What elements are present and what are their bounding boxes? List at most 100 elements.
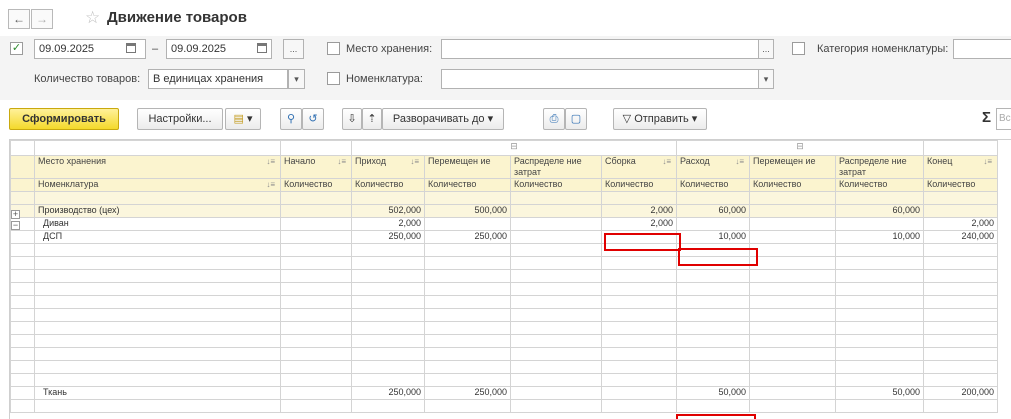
header-label: Расход [680,156,710,167]
cell-end: 200,000 [923,386,998,400]
storage-label: Место хранения: [346,43,433,55]
col-storage-header[interactable]: Место хранения ↓≡ [34,155,281,179]
expand-to-label: Разворачивать до [392,113,485,125]
cell-moved-in: 250,000 [424,230,511,244]
qty-header: Количество [510,178,602,192]
collapse-expense-icon[interactable]: ⊟ [676,140,924,156]
print-button[interactable]: ⎙ [543,108,565,130]
table-row[interactable]: Ткань 250,000 250,000 50,000 50,000 200,… [10,386,998,400]
date-from-value: 09.09.2025 [39,43,95,55]
sort-icon: ↓≡ [266,180,275,189]
variant-dropdown-button[interactable]: ▤ ▾ [225,108,261,130]
cell-moved-out [749,230,836,244]
empty-row [10,243,998,257]
empty-row [10,321,998,335]
cell-income: 2,000 [351,217,425,231]
empty-row [10,269,998,283]
qty-header: Количество [424,178,511,192]
arrow-right-icon: → [36,12,48,26]
cell-dist-in [510,230,602,244]
calendar-icon[interactable] [257,43,267,53]
qty-header: Количество [351,178,425,192]
search-icon: ⚲ [286,113,296,125]
collapse-icon[interactable]: − [11,221,20,230]
chevron-down-icon[interactable]: ▾ [288,69,305,89]
col-end-header[interactable]: Конец ↓≡ [923,155,998,179]
sum-icon[interactable]: Σ [982,109,991,126]
group-button[interactable]: ⇡ [362,108,382,130]
empty-row [10,256,998,270]
preview-button[interactable]: ▢ [565,108,587,130]
storage-choose-button[interactable]: ... [758,39,774,59]
qty-header: Количество [676,178,750,192]
qty-header: Количество [601,178,677,192]
forward-button[interactable]: → [31,9,53,29]
col-dist-in-header[interactable]: Распределе ние затрат [510,155,602,179]
period-checkbox[interactable]: ✓ [10,42,23,55]
period-choose-button[interactable]: ... [283,39,304,59]
header-label: Распределе ние затрат [839,156,907,178]
expand-to-button[interactable]: Разворачивать до ▾ [382,108,504,130]
row-name: ДСП [34,230,281,244]
cell-dist-in [510,217,602,231]
sort-icon: ↓≡ [662,157,671,166]
table-row[interactable]: Диван 2,000 2,000 2,000 [10,217,998,231]
cell-income: 250,000 [351,230,425,244]
col-income-header[interactable]: Приход ↓≡ [351,155,425,179]
sort-button[interactable]: ⇩ [342,108,362,130]
report-area[interactable]: ⊟ ⊟ Место хранения ↓≡ Начало ↓≡ Приход ↓≡ … [9,139,1011,419]
category-field[interactable] [953,39,1011,59]
favorite-star-icon[interactable]: ☆ [85,8,100,28]
cell-moved-in: 500,000 [424,204,511,218]
chevron-down-icon[interactable]: ▾ [758,69,774,89]
row-name: Ткань [34,386,281,400]
search-input[interactable]: Вс [996,108,1011,130]
search-button[interactable]: ⚲ [280,108,302,130]
preview-icon: ▢ [570,113,582,125]
table-row[interactable]: ДСП 250,000 250,000 10,000 10,000 240,00… [10,230,998,244]
cell-end: 240,000 [923,230,998,244]
header-row: Место хранения ↓≡ Начало ↓≡ Приход ↓≡ Пере… [10,155,998,179]
col-start-header[interactable]: Начало ↓≡ [280,155,352,179]
send-button[interactable]: ▽ Отправить ▾ [613,108,707,130]
col-moved-in-header[interactable]: Перемещен ие [424,155,511,179]
calendar-icon[interactable] [126,43,136,53]
cell-start [280,204,352,218]
header-label: Перемещен ие [428,156,491,167]
empty-row [10,399,998,413]
category-label: Категория номенклатуры: [817,43,949,55]
category-checkbox[interactable] [792,42,805,55]
col-assembly-header[interactable]: Сборка ↓≡ [601,155,677,179]
subheader-row: Номенклатура ↓≡ Количество Количество Кол… [10,178,998,192]
clipboard-icon: ▤ [233,113,244,125]
cell-expense: 50,000 [676,386,750,400]
nomenclature-field[interactable] [441,69,759,89]
generate-button[interactable]: Сформировать [9,108,119,130]
empty-row [10,347,998,361]
empty-row [10,360,998,374]
nomenclature-checkbox[interactable] [327,72,340,85]
col-moved-out-header[interactable]: Перемещен ие [749,155,836,179]
col-expense-header[interactable]: Расход ↓≡ [676,155,750,179]
back-button[interactable]: ← [8,9,30,29]
highlight-box [676,414,756,419]
table-row[interactable]: Производство (цех) 502,000 500,000 2,000… [10,204,998,218]
spacer-row [10,191,998,205]
row-name: Диван [34,217,281,231]
col-nomenclature-header[interactable]: Номенклатура ↓≡ [34,178,281,192]
search-cancel-button[interactable]: ↺ [302,108,324,130]
expand-all-icon[interactable]: + [11,210,20,219]
storage-field[interactable] [441,39,759,59]
qty-select[interactable]: В единицах хранения [148,69,288,89]
header-label: Распределе ние затрат [514,156,582,178]
settings-button[interactable]: Настройки... [137,108,223,130]
col-dist-out-header[interactable]: Распределе ние затрат [835,155,924,179]
cell-start [280,217,352,231]
storage-checkbox[interactable] [327,42,340,55]
empty-row [10,308,998,322]
sort-icon: ⇩ [347,113,357,125]
qty-header: Количество [835,178,924,192]
sort-icon: ↓≡ [337,157,346,166]
cell-start [280,230,352,244]
collapse-income-icon[interactable]: ⊟ [351,140,677,156]
